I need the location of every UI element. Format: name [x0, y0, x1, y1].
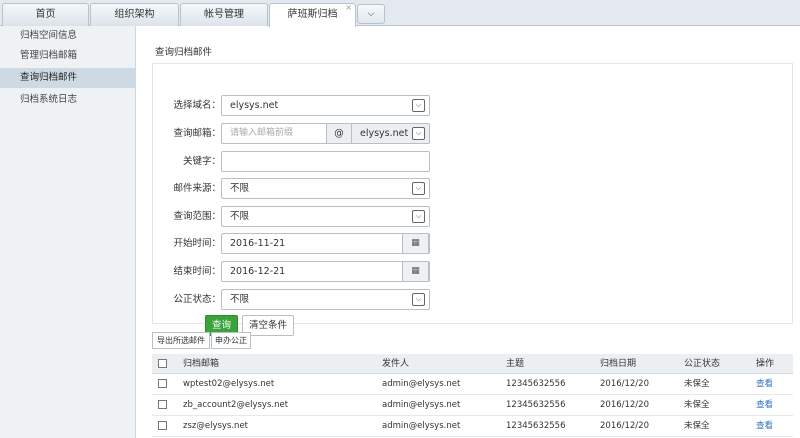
row-status: 未保全	[684, 421, 710, 431]
chevron-down-icon: ⌵	[412, 293, 425, 306]
domain-value: elysys.net	[230, 100, 279, 111]
mailbox-label: 查询邮箱：	[173, 128, 221, 139]
row-subject: 12345632556	[506, 400, 566, 410]
row-date: 2016/12/20	[600, 379, 649, 389]
sidebar-item-label: 管理归档邮箱	[20, 50, 78, 61]
header-status: 公正状态	[684, 359, 721, 369]
source-label: 邮件来源：	[173, 183, 221, 194]
row-date: 2016/12/20	[600, 421, 649, 431]
row-subject: 12345632556	[506, 421, 566, 431]
source-value: 不限	[230, 183, 250, 194]
end-date-label: 结束时间：	[173, 266, 221, 277]
chevron-down-icon: ⌵	[412, 99, 425, 112]
keyword-label: 关键字：	[182, 156, 221, 167]
domain-select[interactable]: elysys.net ⌵	[221, 95, 430, 116]
row-checkbox[interactable]	[158, 400, 167, 409]
row-subject: 12345632556	[506, 379, 566, 389]
mailbox-placeholder: 请输入邮箱前缀	[230, 128, 294, 138]
tab-dropdown-button[interactable]: ⌵	[357, 4, 385, 24]
top-tab-bar: 首页 组织架构 帐号管理 萨班斯归档 × ⌵	[0, 0, 800, 27]
row-mailbox: zsz@elysys.net	[183, 421, 249, 431]
row-status: 未保全	[684, 379, 710, 389]
header-sender: 发件人	[382, 359, 410, 369]
notary-status-value: 不限	[230, 294, 250, 305]
at-symbol: @	[326, 123, 352, 144]
start-date-value: 2016-11-21	[230, 238, 286, 249]
export-selected-button[interactable]: 导出所选邮件	[152, 332, 210, 349]
end-date-input[interactable]: 2016-12-21 ▦	[221, 261, 430, 282]
table-header: 归档邮箱 发件人 主题 归档日期 公正状态 操作	[152, 354, 793, 374]
select-all-checkbox[interactable]	[158, 359, 167, 368]
header-subject: 主题	[506, 359, 525, 369]
mail-source-select[interactable]: 不限 ⌵	[221, 178, 430, 199]
scope-label: 查询范围：	[173, 211, 221, 222]
table-row: zb_account2@elysys.net admin@elysys.net …	[152, 395, 793, 416]
mailbox-domain-select[interactable]: elysys.net ⌵	[351, 123, 430, 144]
calendar-icon[interactable]: ▦	[402, 233, 429, 254]
view-link[interactable]: 查看	[756, 416, 773, 436]
header-mailbox: 归档邮箱	[183, 359, 220, 369]
keyword-input[interactable]	[221, 151, 430, 172]
chevron-down-icon: ⌵	[412, 210, 425, 223]
view-link[interactable]: 查看	[756, 374, 773, 394]
scope-value: 不限	[230, 211, 250, 222]
table-row: wptest02@elysys.net admin@elysys.net 123…	[152, 374, 793, 395]
row-sender: admin@elysys.net	[382, 400, 461, 410]
row-mailbox: wptest02@elysys.net	[183, 379, 275, 389]
header-date: 归档日期	[600, 359, 637, 369]
main-content: 查询归档邮件 选择域名： elysys.net ⌵ 查询邮箱： 请输入邮箱前缀 …	[137, 26, 800, 438]
tab-account-management[interactable]: 帐号管理	[180, 3, 268, 26]
tab-org-structure[interactable]: 组织架构	[90, 3, 179, 26]
row-checkbox[interactable]	[158, 379, 167, 388]
sidebar-item-archive-space[interactable]: 归档空间信息	[0, 26, 135, 46]
row-date: 2016/12/20	[600, 400, 649, 410]
tab-label: 萨班斯归档	[287, 9, 338, 20]
tab-label: 组织架构	[114, 9, 155, 20]
header-action: 操作	[756, 359, 775, 369]
sidebar-item-label: 归档空间信息	[20, 30, 78, 41]
start-date-label: 开始时间：	[173, 238, 221, 249]
sidebar-item-system-log[interactable]: 归档系统日志	[0, 90, 135, 110]
view-link[interactable]: 查看	[756, 395, 773, 415]
search-form: 选择域名： elysys.net ⌵ 查询邮箱： 请输入邮箱前缀 @ elysy…	[152, 63, 793, 324]
sidebar-item-query-mail[interactable]: 查询归档邮件	[0, 68, 135, 88]
mailbox-prefix-input[interactable]: 请输入邮箱前缀	[221, 123, 327, 144]
sidebar-item-manage-mailbox[interactable]: 管理归档邮箱	[0, 46, 135, 66]
row-mailbox: zb_account2@elysys.net	[183, 400, 289, 410]
notary-status-select[interactable]: 不限 ⌵	[221, 289, 430, 310]
calendar-icon[interactable]: ▦	[402, 261, 429, 282]
table-row: zsz@elysys.net admin@elysys.net 12345632…	[152, 416, 793, 437]
row-sender: admin@elysys.net	[382, 421, 461, 431]
tab-label: 首页	[35, 9, 56, 20]
chevron-down-icon: ⌵	[412, 182, 425, 195]
mailbox-domain-value: elysys.net	[360, 128, 409, 139]
domain-label: 选择域名：	[173, 100, 221, 111]
sidebar: 归档空间信息 管理归档邮箱 查询归档邮件 归档系统日志	[0, 26, 136, 438]
page-title: 查询归档邮件	[155, 47, 213, 58]
end-date-value: 2016-12-21	[230, 266, 286, 277]
close-icon[interactable]: ×	[345, 0, 352, 19]
query-scope-select[interactable]: 不限 ⌵	[221, 206, 430, 227]
tab-label: 帐号管理	[204, 9, 244, 20]
chevron-down-icon: ⌵	[412, 127, 425, 140]
tab-home[interactable]: 首页	[2, 3, 89, 26]
row-sender: admin@elysys.net	[382, 379, 461, 389]
start-date-input[interactable]: 2016-11-21 ▦	[221, 233, 430, 254]
chevron-down-icon: ⌵	[367, 9, 375, 19]
row-status: 未保全	[684, 400, 710, 410]
notary-status-label: 公正状态：	[173, 294, 221, 305]
sidebar-item-label: 归档系统日志	[20, 94, 78, 105]
tab-sox-archive[interactable]: 萨班斯归档 ×	[269, 3, 356, 27]
row-checkbox[interactable]	[158, 421, 167, 430]
sidebar-item-label: 查询归档邮件	[20, 72, 78, 83]
apply-notary-button[interactable]: 申办公正	[211, 332, 251, 349]
